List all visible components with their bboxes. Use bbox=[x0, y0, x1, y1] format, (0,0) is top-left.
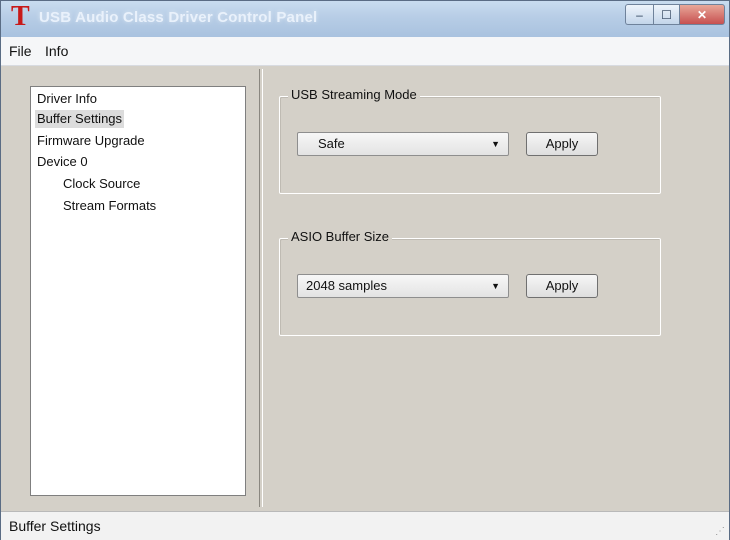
chevron-down-icon: ▼ bbox=[491, 281, 500, 291]
settings-tree[interactable]: Driver Info Buffer Settings Firmware Upg… bbox=[30, 86, 246, 496]
tree-item-clock-source[interactable]: Clock Source bbox=[61, 175, 142, 193]
menu-file[interactable]: File bbox=[9, 43, 32, 59]
usb-streaming-mode-value: Safe bbox=[318, 136, 345, 151]
asio-buffer-size-title: ASIO Buffer Size bbox=[288, 229, 393, 244]
minimize-icon: – bbox=[636, 7, 643, 22]
usb-streaming-mode-group: USB Streaming Mode Safe ▼ Apply bbox=[279, 87, 661, 194]
tree-item-stream-formats[interactable]: Stream Formats bbox=[61, 197, 158, 215]
title-bar[interactable]: T USB Audio Class Driver Control Panel –… bbox=[1, 1, 729, 37]
tree-item-buffer-settings[interactable]: Buffer Settings bbox=[35, 110, 125, 128]
maximize-button[interactable]: ☐ bbox=[653, 4, 679, 25]
maximize-icon: ☐ bbox=[661, 7, 672, 22]
usb-streaming-mode-title: USB Streaming Mode bbox=[288, 87, 420, 102]
close-button[interactable]: ✕ bbox=[679, 4, 725, 25]
minimize-button[interactable]: – bbox=[625, 4, 653, 25]
app-logo-icon: T bbox=[11, 1, 30, 32]
settings-panel: USB Streaming Mode Safe ▼ Apply ASIO Buf… bbox=[265, 69, 729, 507]
window-title: USB Audio Class Driver Control Panel bbox=[39, 9, 318, 26]
tree-item-driver-info[interactable]: Driver Info bbox=[35, 90, 99, 108]
close-icon: ✕ bbox=[696, 7, 708, 22]
asio-buffer-size-group: ASIO Buffer Size 2048 samples ▼ Apply bbox=[279, 229, 661, 336]
menu-info[interactable]: Info bbox=[45, 43, 68, 59]
navigation-panel: Driver Info Buffer Settings Firmware Upg… bbox=[10, 71, 256, 505]
window-controls: – ☐ ✕ bbox=[625, 4, 725, 26]
menu-bar: File Info bbox=[1, 37, 729, 66]
tree-item-device-0[interactable]: Device 0 bbox=[35, 153, 90, 171]
resize-grip-icon[interactable]: ⋰ bbox=[715, 526, 725, 537]
usb-streaming-mode-dropdown[interactable]: Safe ▼ bbox=[297, 132, 509, 156]
usb-streaming-apply-button[interactable]: Apply bbox=[526, 132, 598, 156]
asio-buffer-size-value: 2048 samples bbox=[306, 278, 387, 293]
asio-buffer-apply-button[interactable]: Apply bbox=[526, 274, 598, 298]
asio-buffer-size-dropdown[interactable]: 2048 samples ▼ bbox=[297, 274, 509, 298]
tree-item-firmware-upgrade[interactable]: Firmware Upgrade bbox=[35, 132, 147, 150]
status-bar: Buffer Settings ⋰ bbox=[1, 511, 729, 540]
app-window: T USB Audio Class Driver Control Panel –… bbox=[0, 0, 730, 540]
chevron-down-icon: ▼ bbox=[491, 139, 500, 149]
status-text: Buffer Settings bbox=[9, 518, 101, 534]
panel-splitter[interactable] bbox=[259, 69, 263, 507]
